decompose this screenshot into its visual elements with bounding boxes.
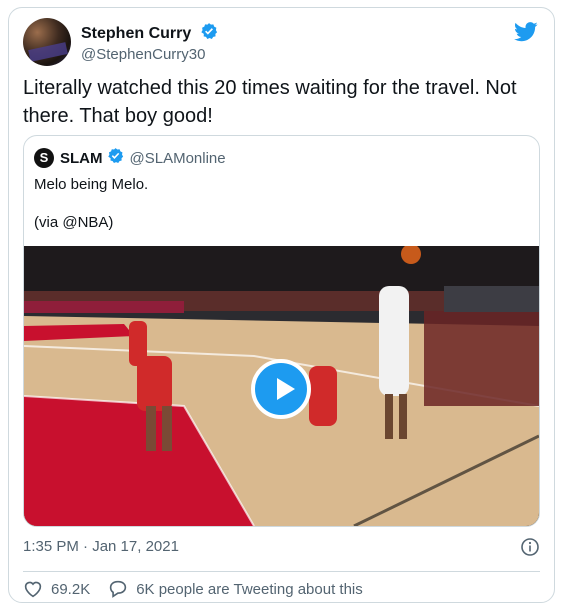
quoted-display-name: SLAM xyxy=(60,149,103,167)
quoted-text: Melo being Melo. xyxy=(34,176,149,193)
play-button[interactable] xyxy=(251,359,311,419)
quoted-avatar-letter: S xyxy=(39,150,49,165)
tweet-text: Literally watched this 20 times waiting … xyxy=(23,77,517,127)
divider xyxy=(23,571,540,572)
author-handle[interactable]: @StephenCurry30 xyxy=(81,45,218,65)
speech-bubble-icon xyxy=(110,580,127,598)
conversation-link[interactable]: 6K people are Tweeting about this xyxy=(108,580,363,598)
author-avatar[interactable] xyxy=(23,18,71,66)
quoted-credit: (via @NBA) xyxy=(34,214,114,231)
tweet-card: Stephen Curry @StephenCurry30 Literally … xyxy=(8,7,555,603)
tweet-timestamp[interactable]: 1:35 PM · Jan 17, 2021 xyxy=(23,538,179,555)
twitter-bird-icon[interactable] xyxy=(514,22,538,47)
quoted-tweet[interactable]: S SLAM @SLAMonline Melo being Melo. (via… xyxy=(23,135,540,527)
tweet-actions: 69.2K 6K people are Tweeting about this xyxy=(23,578,363,600)
tweet-header: Stephen Curry @StephenCurry30 xyxy=(23,18,540,68)
verified-badge-icon xyxy=(107,147,124,169)
verified-badge-icon xyxy=(200,22,218,45)
like-button[interactable]: 69.2K xyxy=(23,580,90,598)
heart-icon xyxy=(24,581,42,598)
author-info[interactable]: Stephen Curry @StephenCurry30 xyxy=(81,22,218,65)
author-display-name[interactable]: Stephen Curry xyxy=(81,24,191,44)
video-player[interactable] xyxy=(24,246,539,526)
like-count: 69.2K xyxy=(51,580,91,598)
quoted-handle: @SLAMonline xyxy=(129,149,226,167)
info-icon[interactable] xyxy=(520,537,540,562)
tweeting-about-text: 6K people are Tweeting about this xyxy=(136,580,363,598)
quoted-header: S SLAM @SLAMonline xyxy=(34,147,226,169)
quoted-avatar: S xyxy=(34,148,54,168)
